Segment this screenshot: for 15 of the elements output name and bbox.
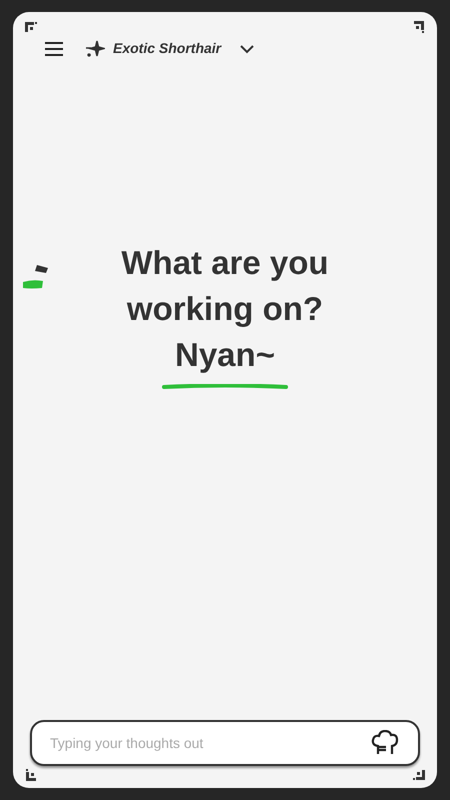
menu-button[interactable] xyxy=(45,42,63,56)
greeting-text: What are you xyxy=(121,242,329,283)
chef-hat-icon[interactable] xyxy=(370,730,400,756)
greeting-text: working on? xyxy=(126,288,324,329)
sparkle-icon xyxy=(85,40,105,58)
corner-mark-icon xyxy=(25,22,37,32)
corner-mark-icon xyxy=(413,770,425,780)
message-input[interactable]: Typing your thoughts out xyxy=(50,732,370,754)
corner-mark-icon xyxy=(26,769,36,781)
corner-mark-icon xyxy=(414,21,424,33)
underline-stroke-icon xyxy=(161,384,289,390)
model-selector[interactable]: Exotic Shorthair xyxy=(85,38,256,59)
message-field[interactable]: Typing your thoughts out xyxy=(30,720,420,766)
greeting-name: Nyan~ xyxy=(175,334,275,375)
chevron-down-icon xyxy=(239,44,256,54)
